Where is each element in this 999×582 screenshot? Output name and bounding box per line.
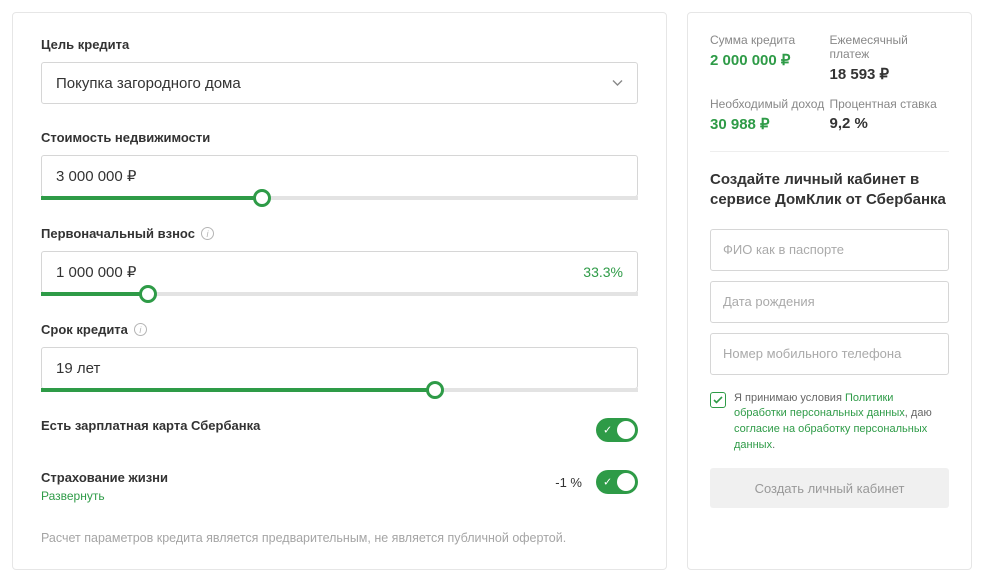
summary-panel: Сумма кредита 2 000 000 ₽ Ежемесячный пл… [687,12,972,570]
disclaimer-text: Расчет параметров кредита является предв… [41,531,638,545]
property-cost-label: Стоимость недвижимости [41,130,638,145]
required-income-value: 30 988 ₽ [710,115,830,133]
salary-card-row: Есть зарплатная карта Сбербанка ✓ [41,418,638,442]
property-cost-slider[interactable] [41,196,638,200]
property-cost-group: Стоимость недвижимости 3 000 000 ₽ [41,130,638,200]
summary-row-1: Сумма кредита 2 000 000 ₽ Ежемесячный пл… [710,33,949,83]
monthly-payment-label: Ежемесячный платеж [830,33,950,61]
phone-input[interactable] [710,333,949,375]
loan-amount-value: 2 000 000 ₽ [710,51,830,69]
life-insurance-value: -1 % [555,475,582,490]
down-payment-percent: 33.3% [583,264,623,280]
purpose-value: Покупка загородного дома [56,75,241,92]
term-group: Срок кредита i 19 лет [41,322,638,392]
form-heading: Создайте личный кабинет в сервисе ДомКли… [710,170,949,211]
consent-text: Я принимаю условия Политики обработки пе… [734,391,949,455]
term-input[interactable]: 19 лет [41,347,638,389]
down-payment-label: Первоначальный взнос i [41,226,638,241]
life-insurance-label: Страхование жизни [41,470,168,485]
divider [710,151,949,152]
interest-rate-value: 9,2 % [830,115,950,132]
down-payment-group: Первоначальный взнос i 1 000 000 ₽ 33.3% [41,226,638,296]
salary-card-label: Есть зарплатная карта Сбербанка [41,418,260,433]
consent-row: Я принимаю условия Политики обработки пе… [710,391,949,455]
interest-rate-label: Процентная ставка [830,97,950,111]
consent-link[interactable]: согласие на обработку персональных данны… [734,423,927,451]
info-icon[interactable]: i [134,323,147,336]
calculator-panel: Цель кредита Покупка загородного дома Ст… [12,12,667,570]
summary-row-2: Необходимый доход 30 988 ₽ Процентная ст… [710,97,949,133]
down-payment-slider[interactable] [41,292,638,296]
term-value: 19 лет [56,360,100,377]
name-input[interactable] [710,229,949,271]
down-payment-value: 1 000 000 ₽ [56,263,136,281]
purpose-label: Цель кредита [41,37,638,52]
term-slider[interactable] [41,388,638,392]
consent-checkbox[interactable] [710,392,726,408]
slider-thumb[interactable] [139,285,157,303]
life-insurance-toggle[interactable]: ✓ [596,470,638,494]
required-income-label: Необходимый доход [710,97,830,111]
down-payment-input[interactable]: 1 000 000 ₽ 33.3% [41,251,638,293]
property-cost-value: 3 000 000 ₽ [56,167,136,185]
purpose-group: Цель кредита Покупка загородного дома [41,37,638,104]
property-cost-input[interactable]: 3 000 000 ₽ [41,155,638,197]
dob-input[interactable] [710,281,949,323]
purpose-select[interactable]: Покупка загородного дома [41,62,638,104]
info-icon[interactable]: i [201,227,214,240]
monthly-payment-value: 18 593 ₽ [830,65,950,83]
life-insurance-expand[interactable]: Развернуть [41,489,168,503]
check-icon: ✓ [603,424,612,437]
chevron-down-icon [612,80,623,87]
slider-thumb[interactable] [253,189,271,207]
loan-amount-label: Сумма кредита [710,33,830,47]
term-label: Срок кредита i [41,322,638,337]
salary-card-toggle[interactable]: ✓ [596,418,638,442]
submit-button[interactable]: Создать личный кабинет [710,468,949,508]
check-icon: ✓ [603,476,612,489]
slider-thumb[interactable] [426,381,444,399]
life-insurance-row: Страхование жизни Развернуть -1 % ✓ [41,470,638,503]
